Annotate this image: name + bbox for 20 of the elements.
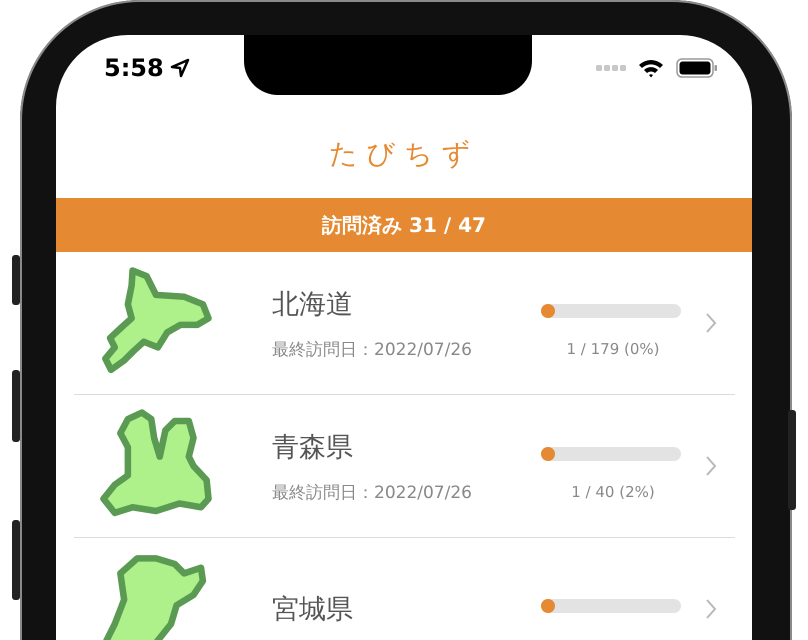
prefecture-name: 宮城県 [272, 593, 354, 627]
location-arrow-icon [170, 58, 190, 78]
prefecture-row[interactable]: 北海道 最終訪問日：2022/07/26 1 / 179 (0%) [74, 252, 735, 395]
prefecture-name: 青森県 [272, 430, 354, 464]
prefecture-name: 北海道 [272, 288, 354, 322]
chevron-right-icon [705, 312, 717, 334]
visit-count: 1 / 179 (0%) [566, 340, 660, 358]
last-visit-date: 最終訪問日：2022/07/26 [272, 482, 473, 504]
prefecture-row[interactable]: 宮城県 [74, 538, 735, 640]
status-time: 5:58 [104, 54, 164, 82]
last-visit-date: 最終訪問日：2022/07/26 [272, 338, 473, 360]
cellular-signal-icon [596, 64, 626, 70]
chevron-right-icon [705, 455, 717, 477]
wifi-icon [638, 58, 664, 78]
visited-summary-bar: 訪問済み 31 / 47 [56, 198, 752, 252]
prefecture-row[interactable]: 青森県 最終訪問日：2022/07/26 1 / 40 (2%) [74, 395, 735, 538]
app-title: たびちず [329, 136, 479, 172]
visit-count: 1 / 40 (2%) [571, 483, 655, 501]
chevron-right-icon [705, 598, 717, 620]
battery-icon [676, 58, 718, 78]
